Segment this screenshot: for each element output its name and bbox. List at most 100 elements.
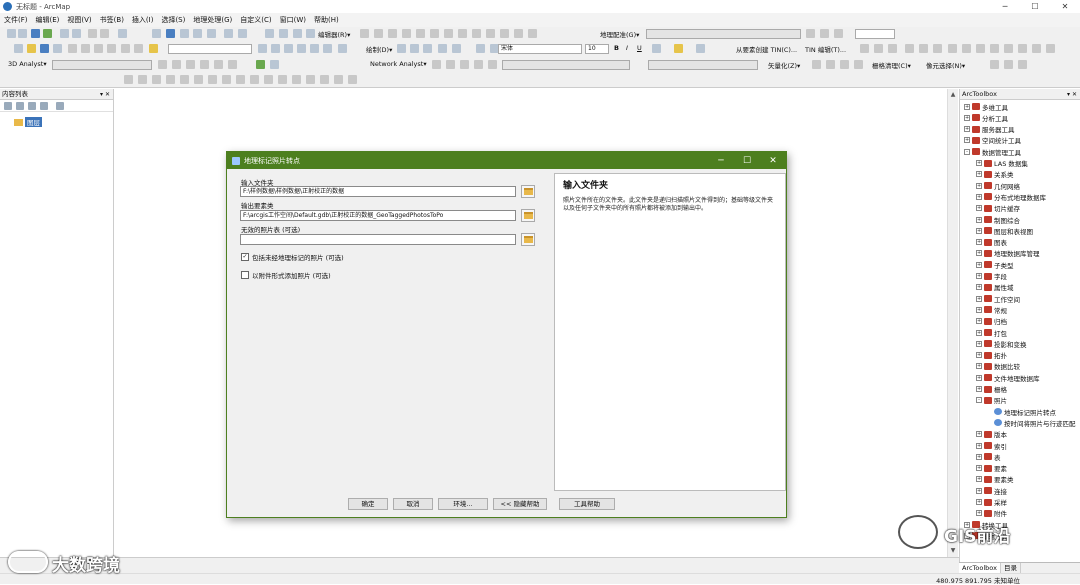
create-features-icon[interactable] — [528, 29, 537, 38]
rotate-icon[interactable] — [486, 29, 495, 38]
shift-georef-icon[interactable] — [820, 29, 829, 38]
cell-tool-3-icon[interactable] — [1018, 60, 1027, 69]
tin-tool-12-icon[interactable] — [1018, 44, 1027, 53]
na-tool-1-icon[interactable] — [432, 60, 441, 69]
environments-button[interactable]: 环境... — [438, 498, 488, 510]
toolbox-item[interactable]: + 服务器工具 — [964, 124, 1015, 135]
toolbox-item[interactable]: + 索引 — [976, 440, 1007, 451]
map-scale-select[interactable] — [168, 44, 252, 54]
add-attachments-row[interactable]: 以附件形式添加照片 (可选) — [241, 270, 331, 280]
expand-icon[interactable]: + — [976, 284, 982, 291]
underline-button[interactable]: U — [637, 44, 642, 52]
fixed-zoom-in-icon[interactable] — [60, 29, 69, 38]
expand-icon[interactable]: + — [976, 476, 982, 483]
menu-file[interactable]: 文件(F) — [0, 15, 32, 25]
italic-button[interactable]: I — [626, 44, 628, 52]
menu-view[interactable]: 视图(V) — [63, 15, 95, 25]
cell-tool-2-icon[interactable] — [1004, 60, 1013, 69]
tin-tool-10-icon[interactable] — [990, 44, 999, 53]
expand-icon[interactable]: + — [976, 205, 982, 212]
toolbox-item[interactable]: + 属性域 — [976, 282, 1014, 293]
toolbox-item[interactable]: + 采样 — [976, 497, 1007, 508]
add-control-points-icon[interactable] — [834, 29, 843, 38]
toolbox-item[interactable]: + 图层和表视图 — [976, 225, 1033, 236]
arctoolbox-icon[interactable] — [310, 44, 319, 53]
na-layer-select[interactable] — [502, 60, 630, 70]
add-data-icon[interactable] — [149, 44, 158, 53]
minimize-icon[interactable]: ─ — [990, 0, 1020, 13]
cancel-button[interactable]: 取消 — [393, 498, 433, 510]
tin-edit-button[interactable]: TIN 编辑(T)... — [805, 44, 846, 54]
arcscene-icon[interactable] — [256, 60, 265, 69]
edit-tool-icon[interactable] — [360, 29, 369, 38]
font-size-select[interactable]: 10 — [585, 44, 609, 54]
toolbox-item[interactable]: + 关系类 — [976, 169, 1014, 180]
cell-selection-menu[interactable]: 像元选择(N)▾ — [926, 60, 965, 70]
expand-icon[interactable]: + — [976, 250, 982, 257]
font-color-icon[interactable] — [652, 44, 661, 53]
toolbox-item[interactable]: + 切片缓存 — [976, 203, 1020, 214]
full-extent-icon[interactable] — [43, 29, 52, 38]
vectorize-tool-3-icon[interactable] — [840, 60, 849, 69]
text-tool-icon[interactable] — [438, 44, 447, 53]
include-non-geotagged-row[interactable]: ✓ 包括未经地理标记的照片 (可选) — [241, 252, 344, 262]
arctoolbox-pin-icon[interactable]: ▾ ✕ — [1067, 89, 1077, 100]
vectorize-tool-4-icon[interactable] — [854, 60, 863, 69]
menu-selection[interactable]: 选择(S) — [157, 15, 189, 25]
draw-menu[interactable]: 绘制(D)▾ — [366, 44, 392, 54]
attributes-icon[interactable] — [500, 29, 509, 38]
select-elements-arrow-icon[interactable] — [397, 44, 406, 53]
menu-insert[interactable]: 插入(I) — [128, 15, 158, 25]
editor-toolbar-icon[interactable] — [258, 44, 267, 53]
input-folder-field[interactable]: F:\样例数据\样例数据\正射校正的数据 — [240, 186, 516, 197]
expand-icon[interactable]: + — [976, 171, 982, 178]
menu-geoprocessing[interactable]: 地理处理(G) — [189, 15, 236, 25]
na-tool-3-icon[interactable] — [460, 60, 469, 69]
tab-arctoolbox[interactable]: ArcToolbox — [959, 563, 1001, 573]
3d-analyst-menu[interactable]: 3D Analyst▾ — [8, 60, 47, 68]
line-color-icon[interactable] — [696, 44, 705, 53]
select-features-icon[interactable] — [118, 29, 127, 38]
toolbox-item[interactable]: + 数据比较 — [976, 361, 1020, 372]
pan-icon[interactable] — [31, 29, 40, 38]
list-by-selection-icon[interactable] — [40, 102, 48, 110]
row4-tool-12-icon[interactable] — [278, 75, 287, 84]
tin-tool-9-icon[interactable] — [976, 44, 985, 53]
expand-icon[interactable]: + — [976, 340, 982, 347]
split-icon[interactable] — [472, 29, 481, 38]
expand-icon[interactable]: + — [976, 487, 982, 494]
editor-icon[interactable] — [306, 29, 315, 38]
expand-icon[interactable]: + — [976, 273, 982, 279]
edit-annotation-icon[interactable] — [374, 29, 383, 38]
pin-icon[interactable]: ▾ ✕ — [100, 89, 110, 100]
back-icon[interactable] — [88, 29, 97, 38]
row4-tool-7-icon[interactable] — [208, 75, 217, 84]
toolbox-item[interactable]: - 照片 — [976, 395, 1007, 406]
expand-icon[interactable]: + — [964, 103, 970, 110]
row4-tool-5-icon[interactable] — [180, 75, 189, 84]
browse-invalid-table-button[interactable] — [521, 233, 535, 246]
3d-tool-2-icon[interactable] — [172, 60, 181, 69]
raster-cleanup-menu[interactable]: 栅格清理(C)▾ — [872, 60, 911, 70]
fixed-zoom-out-icon[interactable] — [72, 29, 81, 38]
toolbox-item[interactable]: + 投影和变换 — [976, 338, 1027, 349]
vectorize-tool-2-icon[interactable] — [826, 60, 835, 69]
tool-help-button[interactable]: 工具帮助 — [559, 498, 615, 510]
editor-toolbar-menu[interactable]: 编辑器(R)▾ — [318, 29, 350, 39]
vectorize-layer-select[interactable] — [648, 60, 758, 70]
expand-icon[interactable]: + — [976, 374, 982, 381]
rectangle-icon[interactable] — [423, 44, 432, 53]
toolbox-item[interactable]: + 常规 — [976, 304, 1007, 315]
time-slider-icon[interactable] — [238, 29, 247, 38]
dialog-maximize-icon[interactable]: ☐ — [734, 152, 760, 169]
row4-tool-9-icon[interactable] — [236, 75, 245, 84]
toolbox-item[interactable]: + 子类型 — [976, 259, 1014, 270]
toolbox-item[interactable]: + 图表 — [976, 237, 1007, 248]
tin-tool-4-icon[interactable] — [905, 44, 914, 53]
toolbox-item[interactable]: - 数据管理工具 — [964, 146, 1021, 157]
copy-icon[interactable] — [81, 44, 90, 53]
3d-tool-3-icon[interactable] — [186, 60, 195, 69]
rotate-element-icon[interactable] — [410, 44, 419, 53]
hyperlink-icon[interactable] — [207, 29, 216, 38]
row4-tool-14-icon[interactable] — [306, 75, 315, 84]
